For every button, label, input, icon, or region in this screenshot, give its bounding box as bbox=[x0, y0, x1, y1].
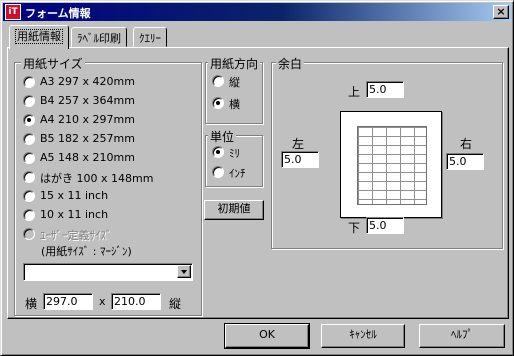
user-size-note: (用紙ｻｲｽﾞ : ﾏｰｼﾞﾝ) bbox=[41, 245, 132, 258]
margin-left-field[interactable]: 5.0 bbox=[281, 151, 319, 168]
margin-group: 余白 上 5.0 左 5.0 右 5.0 下 5.0 bbox=[271, 55, 503, 249]
margin-top-field[interactable]: 5.0 bbox=[366, 81, 404, 98]
cancel-button[interactable]: ｷｬﾝｾﾙ bbox=[321, 324, 405, 348]
paper-option-label: B5 182 x 257mm bbox=[40, 132, 135, 145]
tab-label-print[interactable]: ﾗﾍﾞﾙ印刷 bbox=[71, 27, 127, 47]
window-title: フォーム情報 bbox=[25, 7, 91, 20]
width-field[interactable]: 297.0 bbox=[43, 293, 93, 310]
paper-option-radio[interactable] bbox=[23, 171, 35, 183]
orientation-label: 横 bbox=[229, 98, 240, 111]
margin-top-label: 上 bbox=[348, 85, 361, 99]
times-label: x bbox=[99, 295, 106, 308]
chevron-down-icon[interactable] bbox=[177, 265, 191, 278]
paper-option-radio[interactable] bbox=[23, 209, 35, 221]
margin-bottom-label: 下 bbox=[348, 221, 361, 235]
width-label: 横 bbox=[25, 297, 38, 311]
unit-radio[interactable] bbox=[212, 166, 224, 178]
orientation-radio[interactable] bbox=[212, 75, 224, 87]
paper-option-label: 10 x 11 inch bbox=[40, 208, 109, 221]
tab-query[interactable]: ｸｴﾘｰ bbox=[133, 27, 167, 47]
margin-right-field[interactable]: 5.0 bbox=[446, 153, 484, 170]
tab-label-print-label: ﾗﾍﾞﾙ印刷 bbox=[77, 32, 121, 45]
height-label: 縦 bbox=[169, 297, 182, 311]
paper-size-group: 用紙サイズ A3 297 x 420mm B4 257 x 364mm A4 2… bbox=[14, 55, 202, 316]
app-icon: iT bbox=[5, 4, 21, 20]
tab-paper-info[interactable]: 用紙情報 bbox=[9, 25, 69, 49]
margin-left-label: 左 bbox=[292, 137, 305, 151]
page-preview bbox=[340, 111, 442, 218]
orientation-legend: 用紙方向 bbox=[208, 55, 261, 72]
reset-button[interactable]: 初期値 bbox=[204, 200, 264, 220]
help-button[interactable]: ﾍﾙﾌﾟ bbox=[419, 324, 505, 348]
title-bar: iT フォーム情報 × bbox=[3, 3, 511, 21]
paper-option-radio bbox=[23, 228, 35, 240]
user-size-combo[interactable] bbox=[23, 263, 193, 281]
unit-group: 単位 ﾐﾘ ｲﾝﾁ bbox=[205, 128, 263, 187]
form-info-dialog: iT フォーム情報 × 用紙情報 ﾗﾍﾞﾙ印刷 ｸｴﾘｰ 用紙サイズ A3 29… bbox=[0, 0, 514, 356]
orientation-label: 縦 bbox=[229, 76, 240, 89]
paper-info-panel: 用紙サイズ A3 297 x 420mm B4 257 x 364mm A4 2… bbox=[7, 47, 509, 319]
paper-option-radio[interactable] bbox=[23, 114, 35, 126]
paper-option-label: A5 148 x 210mm bbox=[40, 151, 135, 164]
paper-option-label: ﾕｰｻﾞｰ定義ｻｲｽﾞ bbox=[40, 229, 112, 242]
margin-right-label: 右 bbox=[460, 137, 473, 151]
paper-option-label: A3 297 x 420mm bbox=[40, 75, 135, 88]
margin-legend: 余白 bbox=[276, 55, 305, 72]
paper-option-radio[interactable] bbox=[23, 152, 35, 164]
orientation-radio[interactable] bbox=[212, 97, 224, 109]
unit-radio[interactable] bbox=[212, 146, 224, 158]
close-button[interactable]: × bbox=[493, 5, 509, 19]
paper-option-radio[interactable] bbox=[23, 190, 35, 202]
unit-label: ｲﾝﾁ bbox=[229, 167, 246, 180]
unit-label: ﾐﾘ bbox=[229, 147, 240, 160]
height-field[interactable]: 210.0 bbox=[111, 293, 161, 310]
paper-size-legend: 用紙サイズ bbox=[21, 55, 85, 72]
preview-grid bbox=[357, 126, 427, 205]
tab-paper-info-label: 用紙情報 bbox=[15, 29, 63, 44]
paper-option-radio[interactable] bbox=[23, 76, 35, 88]
unit-legend: 単位 bbox=[208, 128, 237, 145]
paper-option-label: 15 x 11 inch bbox=[40, 189, 109, 202]
margin-bottom-field[interactable]: 5.0 bbox=[366, 217, 404, 234]
paper-option-radio[interactable] bbox=[23, 95, 35, 107]
paper-option-label: A4 210 x 297mm bbox=[40, 113, 135, 126]
paper-option-label: はがき 100 x 148mm bbox=[40, 172, 154, 185]
tab-query-label: ｸｴﾘｰ bbox=[139, 32, 161, 45]
paper-option-label: B4 257 x 364mm bbox=[40, 94, 135, 107]
paper-option-radio[interactable] bbox=[23, 133, 35, 145]
orientation-group: 用紙方向 縦 横 bbox=[205, 55, 263, 124]
ok-button[interactable]: OK bbox=[224, 323, 310, 349]
